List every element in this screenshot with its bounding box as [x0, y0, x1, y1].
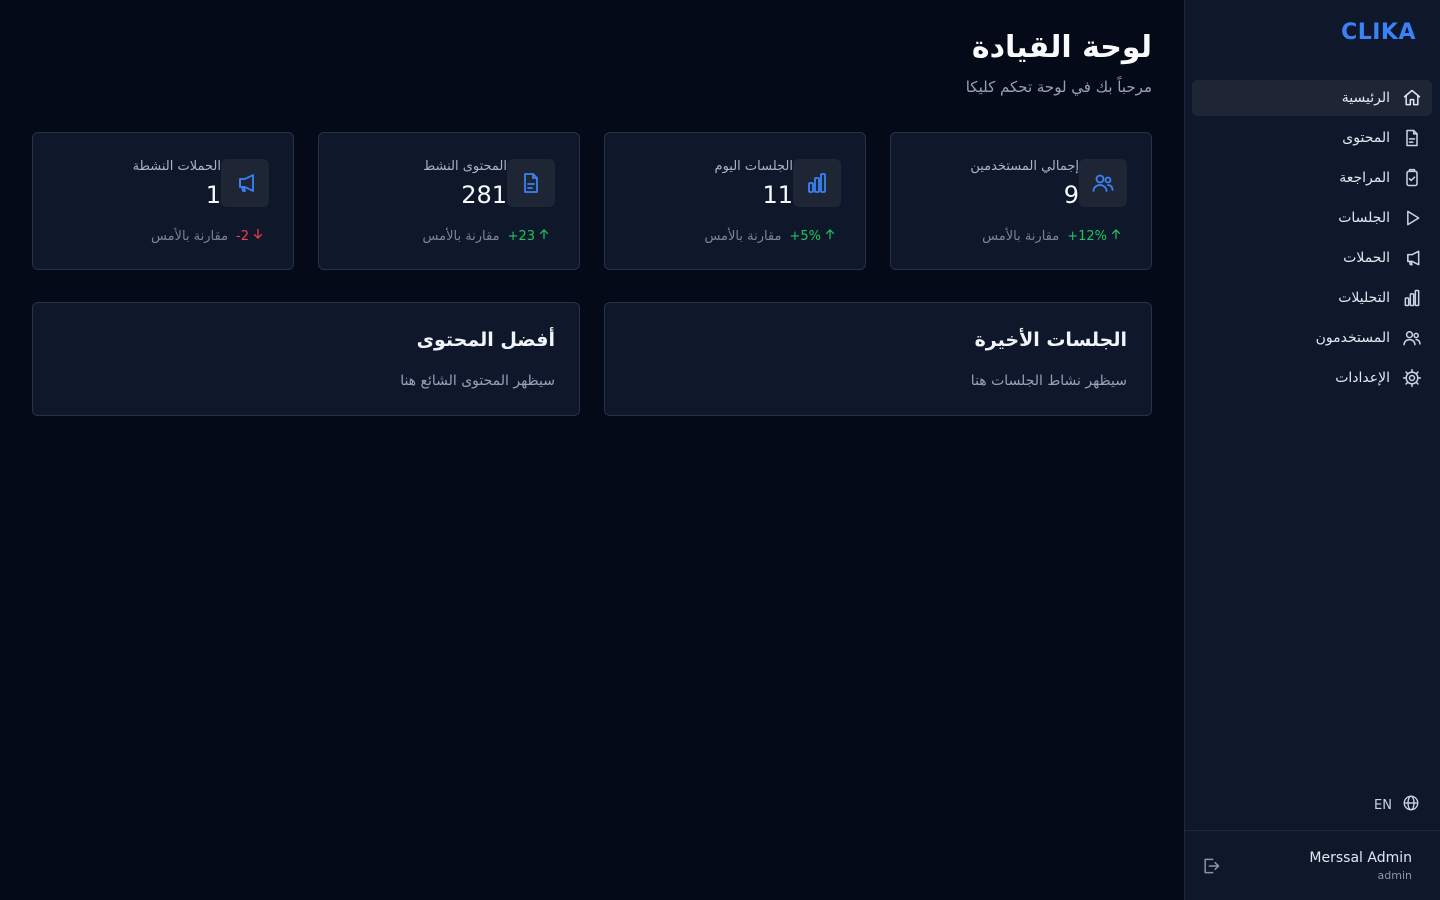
- page-title: لوحة القيادة: [971, 30, 1152, 65]
- page-subtitle: مرحباً بك في لوحة تحكم كليكا: [965, 78, 1152, 96]
- stat-delta: +12%: [1067, 227, 1123, 245]
- stat-card-active-campaigns: الحملات النشطة 1 -2 مقارنة بالأمس: [32, 132, 294, 270]
- stat-label: الجلسات اليوم: [714, 159, 793, 174]
- sidebar-item-sessions[interactable]: الجلسات: [1192, 200, 1432, 236]
- users-icon: [1079, 159, 1127, 207]
- user-name: Merssal Admin: [1309, 850, 1412, 866]
- sidebar-item-label: التحليلات: [1338, 290, 1390, 306]
- sidebar-item-users[interactable]: المستخدمون: [1192, 320, 1432, 356]
- logout-button[interactable]: [1201, 856, 1221, 876]
- bar-chart-icon: [1402, 288, 1422, 308]
- stat-delta: -2: [236, 227, 265, 245]
- document-icon: [507, 159, 555, 207]
- stat-delta-value: +5%: [789, 228, 821, 244]
- stat-value: 1: [205, 181, 221, 209]
- document-icon: [1402, 128, 1422, 148]
- stat-footer: -2 مقارنة بالأمس: [151, 227, 265, 245]
- stat-footer: +12% مقارنة بالأمس: [982, 227, 1123, 245]
- stat-footer: +5% مقارنة بالأمس: [704, 227, 837, 245]
- sidebar-item-label: المستخدمون: [1315, 330, 1390, 346]
- sidebar-item-analytics[interactable]: التحليلات: [1192, 280, 1432, 316]
- arrow-up-icon: [823, 227, 837, 245]
- users-icon: [1402, 328, 1422, 348]
- megaphone-icon: [1402, 248, 1422, 268]
- user-role: admin: [1377, 869, 1412, 882]
- stat-delta-value: -2: [236, 228, 249, 244]
- stat-compare: مقارنة بالأمس: [151, 228, 229, 244]
- user-profile: Merssal Admin admin: [1309, 850, 1412, 882]
- stat-value: 9: [1063, 181, 1079, 209]
- sidebar-item-review[interactable]: المراجعة: [1192, 160, 1432, 196]
- play-icon: [1402, 208, 1422, 228]
- stat-label: الحملات النشطة: [132, 159, 221, 174]
- panel-title: الجلسات الأخيرة: [974, 329, 1127, 351]
- recent-sessions-panel: الجلسات الأخيرة سيظهر نشاط الجلسات هنا: [604, 302, 1152, 416]
- sidebar-nav: الرئيسية المحتوى المراجعة الجلسات الحملا…: [1192, 80, 1432, 400]
- stat-card-total-users: إجمالي المستخدمين 9 +12% مقارنة بالأمس: [890, 132, 1152, 270]
- sidebar-item-label: المراجعة: [1339, 170, 1390, 186]
- stat-label: المحتوى النشط: [423, 159, 507, 174]
- stat-delta: +23: [508, 227, 551, 245]
- logout-icon: [1201, 858, 1221, 880]
- stat-delta: +5%: [789, 227, 837, 245]
- sidebar-item-content[interactable]: المحتوى: [1192, 120, 1432, 156]
- brand-logo[interactable]: CLIKA: [1341, 20, 1416, 45]
- stat-compare: مقارنة بالأمس: [982, 228, 1060, 244]
- stat-delta-value: +23: [507, 228, 535, 244]
- panel-title: أفضل المحتوى: [416, 329, 555, 351]
- gear-icon: [1402, 368, 1422, 388]
- sidebar-item-home[interactable]: الرئيسية: [1192, 80, 1432, 116]
- panel-description: سيظهر نشاط الجلسات هنا: [970, 373, 1127, 389]
- stat-delta-value: +12%: [1067, 228, 1107, 244]
- sidebar-divider: [1185, 830, 1440, 831]
- language-switcher[interactable]: EN: [1374, 794, 1420, 816]
- arrow-up-icon: [537, 227, 551, 245]
- stat-card-sessions-today: الجلسات اليوم 11 +5% مقارنة بالأمس: [604, 132, 866, 270]
- bar-chart-icon: [793, 159, 841, 207]
- stat-card-active-content: المحتوى النشط 281 +23 مقارنة بالأمس: [318, 132, 580, 270]
- app: CLIKA الرئيسية المحتوى المراجعة الجلسات …: [0, 0, 1440, 900]
- sidebar-item-label: المحتوى: [1342, 130, 1390, 146]
- home-icon: [1402, 88, 1422, 108]
- sidebar: CLIKA الرئيسية المحتوى المراجعة الجلسات …: [1184, 0, 1440, 900]
- arrow-down-icon: [251, 227, 265, 245]
- sidebar-item-campaigns[interactable]: الحملات: [1192, 240, 1432, 276]
- sidebar-item-label: الإعدادات: [1335, 370, 1390, 386]
- stat-label: إجمالي المستخدمين: [970, 159, 1079, 174]
- language-label: EN: [1374, 797, 1392, 813]
- stat-value: 281: [461, 181, 507, 209]
- sidebar-item-label: الحملات: [1343, 250, 1390, 266]
- stat-footer: +23 مقارنة بالأمس: [423, 227, 551, 245]
- stat-compare: مقارنة بالأمس: [704, 228, 782, 244]
- megaphone-icon: [221, 159, 269, 207]
- sidebar-item-label: الجلسات: [1338, 210, 1390, 226]
- panel-description: سيظهر المحتوى الشائع هنا: [400, 373, 555, 389]
- arrow-up-icon: [1109, 227, 1123, 245]
- stat-compare: مقارنة بالأمس: [422, 228, 500, 244]
- sidebar-item-label: الرئيسية: [1341, 90, 1390, 106]
- stat-value: 11: [762, 181, 793, 209]
- sidebar-item-settings[interactable]: الإعدادات: [1192, 360, 1432, 396]
- top-content-panel: أفضل المحتوى سيظهر المحتوى الشائع هنا: [32, 302, 580, 416]
- globe-icon: [1402, 794, 1420, 816]
- clipboard-check-icon: [1402, 168, 1422, 188]
